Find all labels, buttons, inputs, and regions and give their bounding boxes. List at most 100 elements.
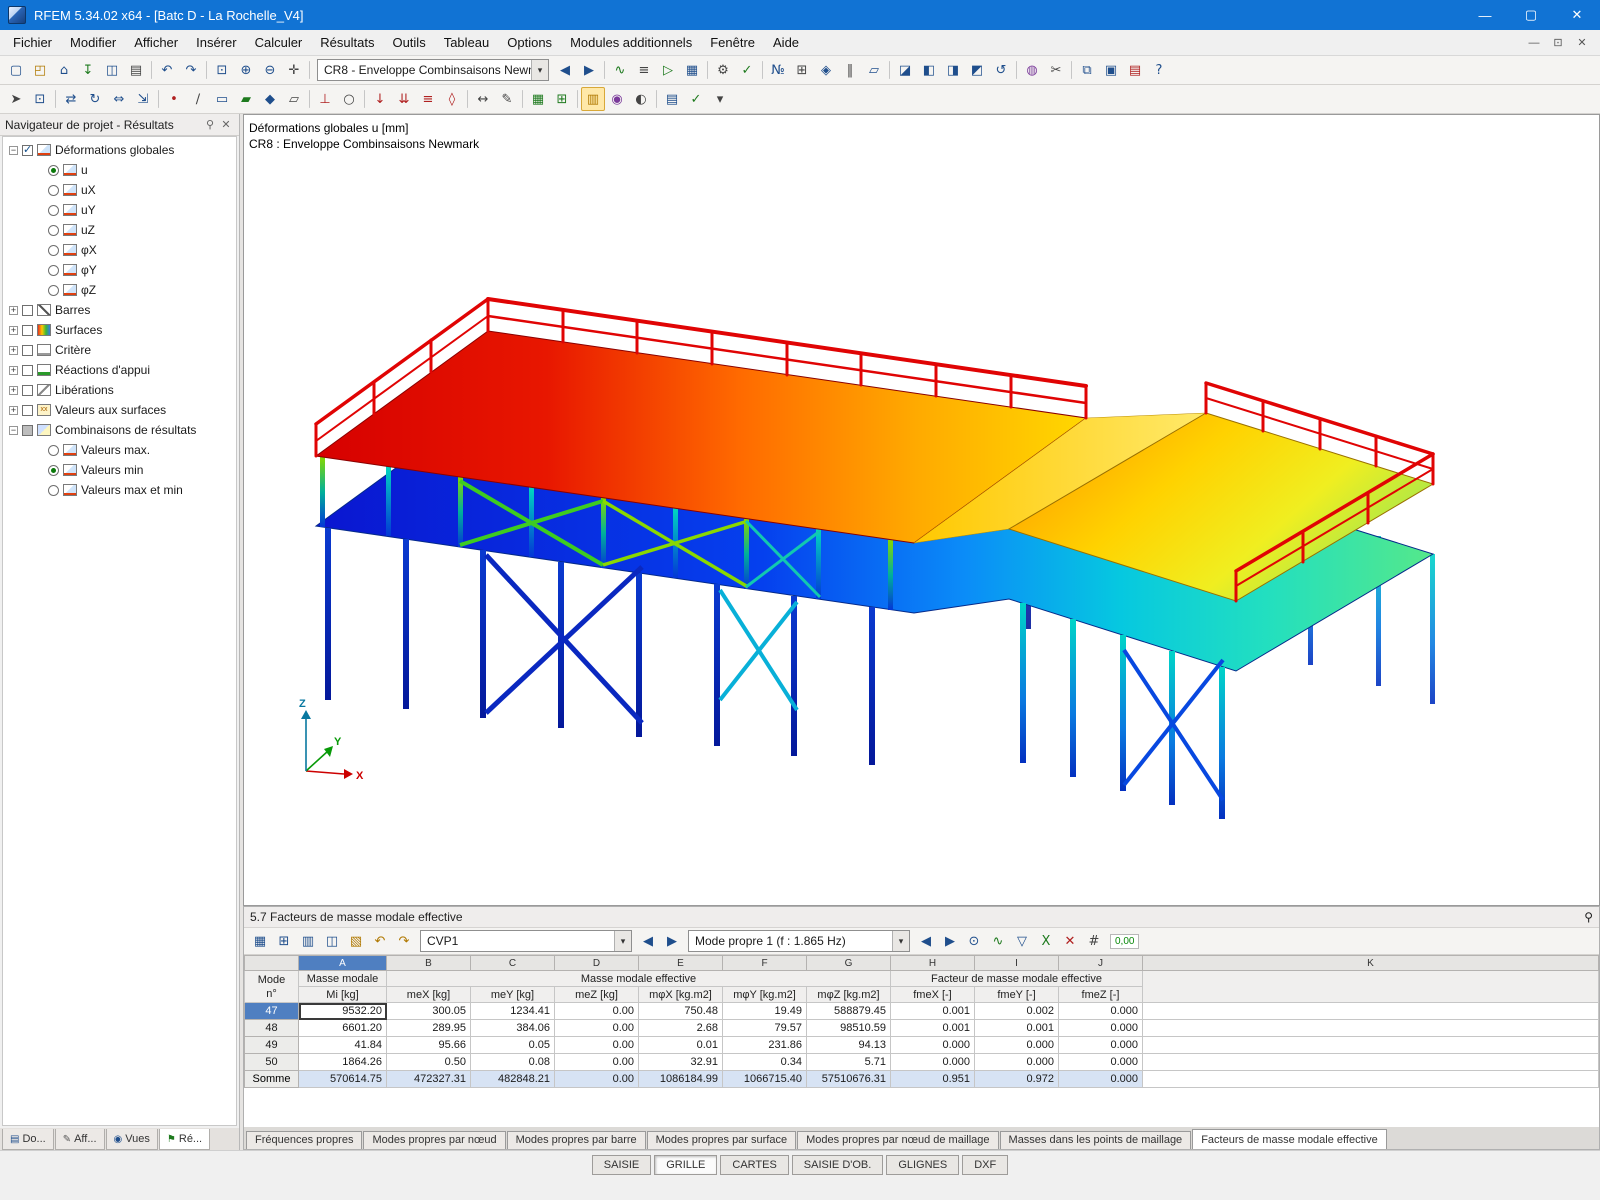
checkbox[interactable] [48, 464, 59, 476]
delete-result-icon[interactable]: ✕ [1058, 929, 1082, 953]
calculate-icon[interactable]: ⚙ [711, 58, 735, 82]
cell-mphix[interactable]: 2.68 [638, 1019, 723, 1037]
menu-fenetre[interactable]: Fenêtre [701, 31, 764, 54]
scale-icon[interactable]: ⇲ [131, 87, 155, 111]
opening-icon[interactable]: ▱ [282, 87, 306, 111]
select-icon[interactable]: ➤ [4, 87, 28, 111]
cell-fmex[interactable]: 0.951 [890, 1070, 975, 1088]
tree-item-valeurs-max-et-min[interactable]: Valeurs max et min [3, 480, 236, 500]
checkbox[interactable] [48, 184, 59, 196]
surface-icon[interactable]: ▰ [234, 87, 258, 111]
result-case-combo[interactable]: CVP1 ▾ [420, 930, 632, 952]
cell-mphiz[interactable]: 5.71 [806, 1053, 891, 1071]
tab-modes-propres-par-barre[interactable]: Modes propres par barre [506, 1131, 646, 1149]
print-icon[interactable]: ▤ [124, 58, 148, 82]
expander-icon[interactable] [9, 385, 18, 395]
move-icon[interactable]: ⇄ [59, 87, 83, 111]
mdi-restore-button[interactable]: ⊡ [1546, 33, 1570, 53]
line-icon[interactable]: ∕ [186, 87, 210, 111]
row-header[interactable]: 48 [244, 1019, 299, 1037]
status-grille[interactable]: GRILLE [654, 1155, 718, 1175]
dimension-icon[interactable]: ↔ [471, 87, 495, 111]
checkbox[interactable] [22, 143, 33, 156]
grid-icon[interactable]: ⊞ [790, 58, 814, 82]
table-corner[interactable] [244, 955, 299, 971]
cell-mi[interactable]: 41.84 [298, 1036, 387, 1054]
cell-mex[interactable]: 300.05 [386, 1002, 471, 1020]
checkbox[interactable] [22, 404, 33, 416]
chevron-down-icon[interactable]: ▾ [892, 931, 909, 951]
cell-fmey[interactable]: 0.000 [974, 1053, 1059, 1071]
animation-icon[interactable]: ▷ [656, 58, 680, 82]
column-letter[interactable]: F [722, 955, 807, 971]
cell-mphix[interactable]: 0.01 [638, 1036, 723, 1054]
cell-empty[interactable] [1142, 1036, 1599, 1054]
save-icon[interactable]: ◫ [100, 58, 124, 82]
cell-fmez[interactable]: 0.000 [1058, 1070, 1143, 1088]
rotate-icon[interactable]: ↻ [83, 87, 107, 111]
tree-item-valeurs-min[interactable]: Valeurs min [3, 460, 236, 480]
free-load-icon[interactable]: ◊ [440, 87, 464, 111]
tree-item-uy[interactable]: uY [3, 200, 236, 220]
hide-columns-icon[interactable]: ▥ [296, 929, 320, 953]
menu-aide[interactable]: Aide [764, 31, 808, 54]
tree-item-surfaces[interactable]: Surfaces [3, 320, 236, 340]
cell-mi[interactable]: 1864.26 [298, 1053, 387, 1071]
menu-afficher[interactable]: Afficher [125, 31, 187, 54]
menu-fichier[interactable]: Fichier [4, 31, 61, 54]
node-icon[interactable]: • [162, 87, 186, 111]
mdi-close-button[interactable]: ✕ [1570, 33, 1594, 53]
help-icon[interactable]: ? [1147, 58, 1171, 82]
cell-mphix[interactable]: 1086184.99 [638, 1070, 723, 1088]
next-loadcase-icon[interactable]: ▶ [577, 58, 601, 82]
cell-fmey[interactable]: 0.002 [974, 1002, 1059, 1020]
cell-fmey[interactable]: 0.000 [974, 1036, 1059, 1054]
tree-item-phiz[interactable]: φZ [3, 280, 236, 300]
import-icon[interactable]: ↧ [76, 58, 100, 82]
cell-fmex[interactable]: 0.000 [890, 1036, 975, 1054]
arrange-windows-icon[interactable]: ▣ [1099, 58, 1123, 82]
filter-icon[interactable]: ▽ [1010, 929, 1034, 953]
tab-modes-propres-par-noeud[interactable]: Modes propres par nœud [363, 1131, 506, 1149]
cell-mez[interactable]: 0.00 [554, 1019, 639, 1037]
visibility-filter-icon[interactable]: ◍ [1020, 58, 1044, 82]
new-file-icon[interactable]: ▢ [4, 58, 28, 82]
hinge-icon[interactable]: ○ [337, 87, 361, 111]
cell-fmez[interactable]: 0.000 [1058, 1053, 1143, 1071]
redo-icon[interactable]: ↷ [179, 58, 203, 82]
numbering-icon[interactable]: № [766, 58, 790, 82]
tree-item-valeurs-max[interactable]: Valeurs max. [3, 440, 236, 460]
cell-empty[interactable] [1142, 1019, 1599, 1037]
tree-item-reactions-appui[interactable]: Réactions d'appui [3, 360, 236, 380]
checkbox[interactable] [48, 264, 59, 276]
print-graphic-icon[interactable]: ▤ [1123, 58, 1147, 82]
checkbox[interactable] [48, 484, 59, 496]
checkbox[interactable] [48, 204, 59, 216]
color-scale-icon[interactable]: ▧ [344, 929, 368, 953]
menu-tableau[interactable]: Tableau [435, 31, 499, 54]
checkbox[interactable] [22, 364, 33, 376]
cell-mey[interactable]: 1234.41 [470, 1002, 555, 1020]
calculator-icon[interactable]: # [1082, 929, 1106, 953]
cell-fmez[interactable]: 0.000 [1058, 1019, 1143, 1037]
cell-mi[interactable]: 570614.75 [298, 1070, 387, 1088]
tree-item-critere[interactable]: Critère [3, 340, 236, 360]
tree-item-barres[interactable]: Barres [3, 300, 236, 320]
open-icon[interactable]: ◰ [28, 58, 52, 82]
panel-toggle-icon[interactable]: ▥ [581, 87, 605, 111]
checkbox[interactable] [22, 384, 33, 396]
tab-masses-dans-les-points-de-maillage[interactable]: Masses dans les points de maillage [999, 1131, 1192, 1149]
nav-tab-vues[interactable]: ◉ Vues [105, 1129, 158, 1150]
excel-export-icon[interactable]: X [1034, 929, 1058, 953]
column-letter[interactable]: I [974, 955, 1059, 971]
column-letter[interactable]: H [890, 955, 975, 971]
pin-icon[interactable]: ⚲ [202, 118, 218, 131]
cell-empty[interactable] [1142, 1002, 1599, 1020]
surface-load-icon[interactable]: ≡ [416, 87, 440, 111]
tree-item-u[interactable]: u [3, 160, 236, 180]
cell-fmex[interactable]: 0.000 [890, 1053, 975, 1071]
column-letter[interactable]: G [806, 955, 891, 971]
result-panel-icon[interactable]: ▦ [680, 58, 704, 82]
column-letter[interactable]: E [638, 955, 723, 971]
expander-icon[interactable] [9, 365, 18, 375]
